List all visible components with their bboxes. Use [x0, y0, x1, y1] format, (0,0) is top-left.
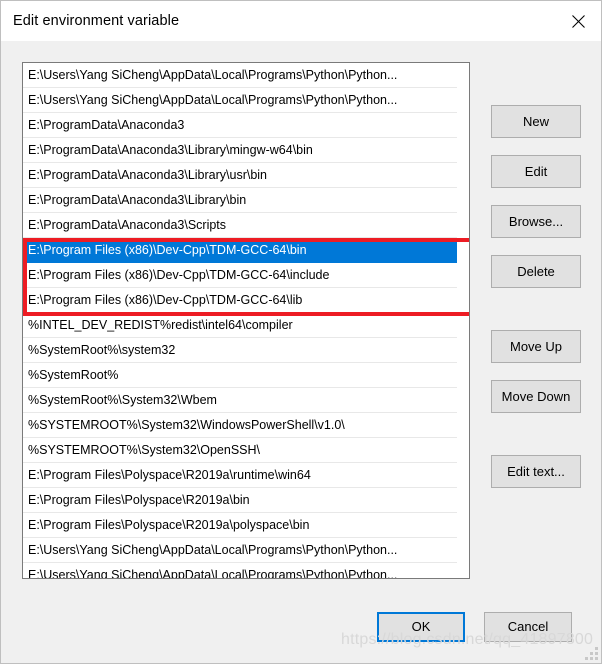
list-scrollbar-gutter[interactable]	[457, 63, 469, 578]
list-item[interactable]: E:\Program Files (x86)\Dev-Cpp\TDM-GCC-6…	[23, 263, 458, 288]
dialog-body: E:\Users\Yang SiCheng\AppData\Local\Prog…	[1, 41, 601, 663]
delete-button[interactable]: Delete	[491, 255, 581, 288]
list-item[interactable]: E:\ProgramData\Anaconda3\Scripts	[23, 213, 458, 238]
list-item[interactable]: %SystemRoot%\System32\Wbem	[23, 388, 458, 413]
list-item[interactable]: E:\Users\Yang SiCheng\AppData\Local\Prog…	[23, 88, 458, 113]
browse-button[interactable]: Browse...	[491, 205, 581, 238]
path-listbox[interactable]: E:\Users\Yang SiCheng\AppData\Local\Prog…	[22, 62, 470, 579]
list-item[interactable]: E:\Program Files (x86)\Dev-Cpp\TDM-GCC-6…	[23, 238, 458, 263]
list-item[interactable]: E:\Program Files\Polyspace\R2019a\polysp…	[23, 513, 458, 538]
list-item[interactable]: E:\ProgramData\Anaconda3	[23, 113, 458, 138]
page-title: Edit environment variable	[13, 13, 180, 29]
ok-button[interactable]: OK	[377, 612, 465, 642]
list-item[interactable]: E:\Users\Yang SiCheng\AppData\Local\Prog…	[23, 563, 458, 578]
cancel-button[interactable]: Cancel	[484, 612, 572, 642]
dialog-footer: OK Cancel	[1, 601, 601, 663]
list-item[interactable]: %SYSTEMROOT%\System32\WindowsPowerShell\…	[23, 413, 458, 438]
move-down-button[interactable]: Move Down	[491, 380, 581, 413]
list-item[interactable]: E:\ProgramData\Anaconda3\Library\usr\bin	[23, 163, 458, 188]
path-list[interactable]: E:\Users\Yang SiCheng\AppData\Local\Prog…	[23, 63, 458, 578]
title-bar: Edit environment variable	[1, 1, 601, 41]
list-item[interactable]: E:\Users\Yang SiCheng\AppData\Local\Prog…	[23, 538, 458, 563]
list-item[interactable]: E:\ProgramData\Anaconda3\Library\bin	[23, 188, 458, 213]
list-item[interactable]: E:\ProgramData\Anaconda3\Library\mingw-w…	[23, 138, 458, 163]
list-item[interactable]: %SystemRoot%	[23, 363, 458, 388]
new-button[interactable]: New	[491, 105, 581, 138]
edit-environment-variable-dialog: Edit environment variable E:\Users\Yang …	[0, 0, 602, 664]
list-item[interactable]: %SYSTEMROOT%\System32\OpenSSH\	[23, 438, 458, 463]
list-item[interactable]: %INTEL_DEV_REDIST%redist\intel64\compile…	[23, 313, 458, 338]
list-item[interactable]: %SystemRoot%\system32	[23, 338, 458, 363]
edit-text-button[interactable]: Edit text...	[491, 455, 581, 488]
resize-grip[interactable]	[585, 647, 598, 660]
list-item[interactable]: E:\Users\Yang SiCheng\AppData\Local\Prog…	[23, 63, 458, 88]
list-item[interactable]: E:\Program Files\Polyspace\R2019a\runtim…	[23, 463, 458, 488]
move-up-button[interactable]: Move Up	[491, 330, 581, 363]
close-icon[interactable]	[555, 1, 601, 41]
list-item[interactable]: E:\Program Files\Polyspace\R2019a\bin	[23, 488, 458, 513]
edit-button[interactable]: Edit	[491, 155, 581, 188]
list-item[interactable]: E:\Program Files (x86)\Dev-Cpp\TDM-GCC-6…	[23, 288, 458, 313]
